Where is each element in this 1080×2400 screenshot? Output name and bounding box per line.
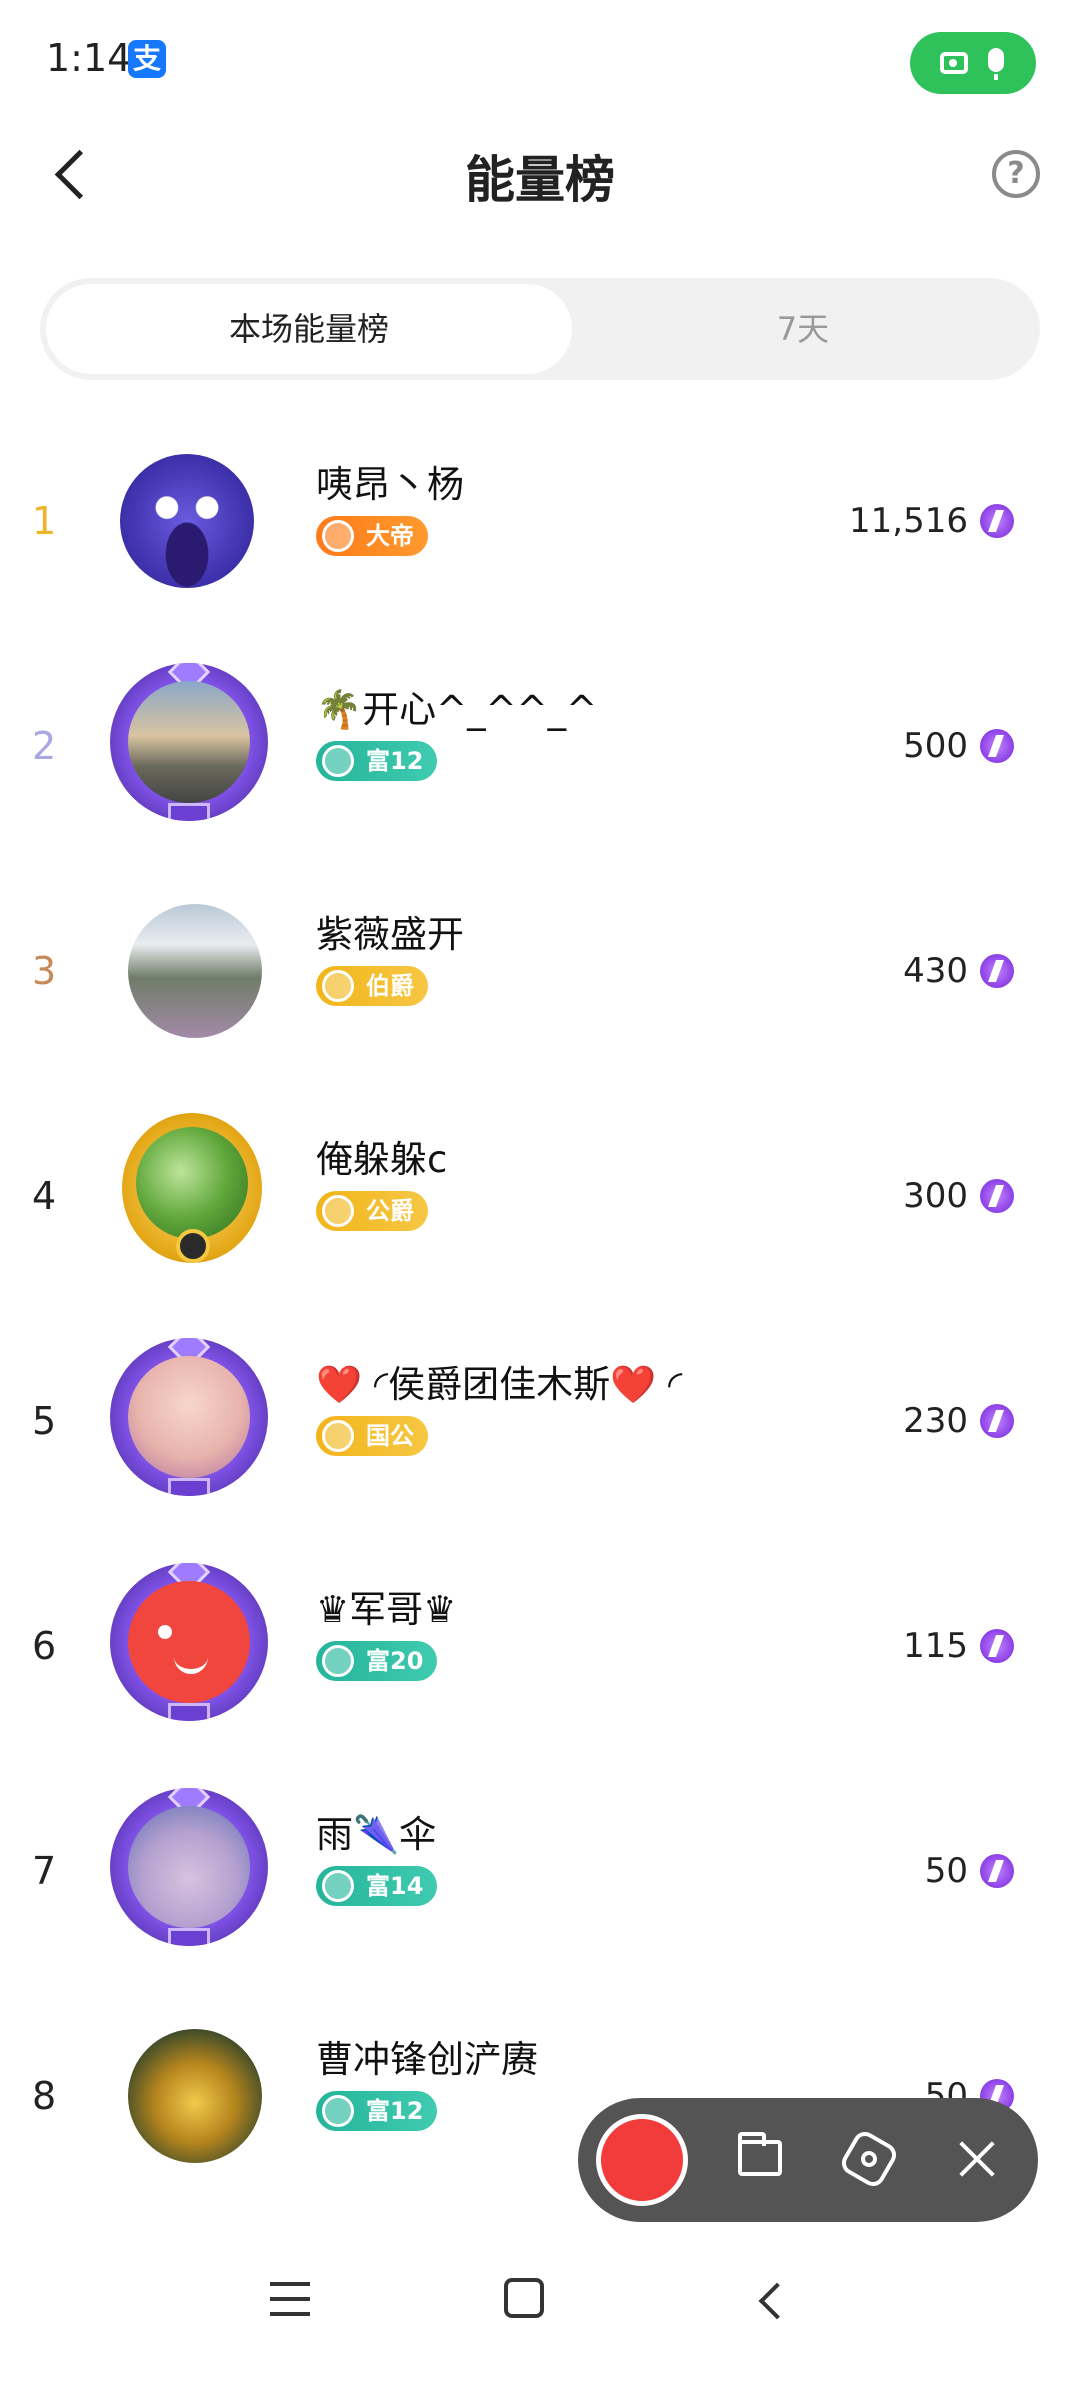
energy-lightning-icon xyxy=(980,1629,1014,1663)
system-nav-bar xyxy=(0,2226,1080,2400)
camera-icon xyxy=(940,52,968,74)
energy-score: 115 xyxy=(903,1626,968,1666)
energy-score: 50 xyxy=(924,1851,968,1891)
user-name: ♛军哥♛ xyxy=(316,1588,457,1631)
badge-icon xyxy=(322,745,354,777)
energy-score: 500 xyxy=(903,726,968,766)
level-badge: 公爵 xyxy=(316,1191,428,1231)
ranking-row-7[interactable]: 7 雨🌂伞 富14 50 xyxy=(0,1758,1080,1984)
energy-score: 230 xyxy=(903,1401,968,1441)
level-badge: 大帝 xyxy=(316,516,428,556)
page-title: 能量榜 xyxy=(465,151,615,209)
ranking-row-2[interactable]: 2 🌴开心^_^^_^ 富12 500 xyxy=(0,633,1080,859)
record-button[interactable] xyxy=(596,2114,688,2206)
header: 能量榜 ? xyxy=(0,120,1080,230)
level-badge: 富12 xyxy=(316,741,438,781)
screen-recording-indicator[interactable] xyxy=(910,32,1036,94)
energy-score: 300 xyxy=(903,1176,968,1216)
status-time: 1:14 xyxy=(46,36,132,80)
user-name: 紫薇盛开 xyxy=(316,913,464,956)
energy-lightning-icon xyxy=(980,954,1014,988)
user-name: 雨🌂伞 xyxy=(316,1813,437,1856)
level-badge: 国公 xyxy=(316,1416,428,1456)
user-name: 咦昂丶杨 xyxy=(316,463,464,506)
avatar[interactable] xyxy=(128,2029,262,2163)
avatar[interactable] xyxy=(110,1338,268,1496)
energy-lightning-icon xyxy=(980,1854,1014,1888)
avatar[interactable] xyxy=(128,904,262,1038)
ranking-row-4[interactable]: 4 俺躲躲c 公爵 300 xyxy=(0,1083,1080,1309)
avatar[interactable] xyxy=(110,1563,268,1721)
user-name: ❤️ ◜侯爵团佳木斯❤️ ◜ xyxy=(316,1363,683,1406)
level-badge: 富20 xyxy=(316,1641,438,1681)
rank-number: 4 xyxy=(32,1174,57,1218)
energy-lightning-icon xyxy=(980,729,1014,763)
avatar[interactable] xyxy=(110,663,268,821)
energy-lightning-icon xyxy=(980,1179,1014,1213)
rank-number: 1 xyxy=(32,499,57,543)
rank-number: 7 xyxy=(32,1849,57,1893)
user-name: 俺躲躲c xyxy=(316,1138,448,1181)
level-badge: 富12 xyxy=(316,2091,438,2131)
home-icon[interactable] xyxy=(504,2278,544,2318)
back-icon[interactable] xyxy=(750,2280,790,2320)
avatar-frame-base-icon xyxy=(168,1703,210,1721)
avatar[interactable] xyxy=(122,1113,262,1263)
rank-number: 2 xyxy=(32,724,57,768)
badge-icon xyxy=(322,1420,354,1452)
user-name: 🌴开心^_^^_^ xyxy=(316,688,598,731)
badge-icon xyxy=(322,970,354,1002)
rank-number: 6 xyxy=(32,1624,57,1668)
status-bar: 1:14 支 xyxy=(0,0,1080,120)
user-name: 曹冲锋创浐赓 xyxy=(316,2038,538,2081)
avatar-frame-emblem-icon xyxy=(176,1229,210,1263)
badge-icon xyxy=(322,1870,354,1902)
tab-7-days[interactable]: 7天 xyxy=(572,284,1034,374)
tab-bar: 本场能量榜 7天 xyxy=(40,278,1040,380)
menu-icon[interactable] xyxy=(270,2282,310,2316)
ranking-row-5[interactable]: 5 ❤️ ◜侯爵团佳木斯❤️ ◜ 国公 230 xyxy=(0,1308,1080,1534)
energy-score: 11,516 xyxy=(849,501,968,541)
avatar[interactable] xyxy=(120,454,254,588)
badge-icon xyxy=(322,1195,354,1227)
rank-number: 8 xyxy=(32,2074,57,2118)
energy-score: 430 xyxy=(903,951,968,991)
tab-current-session[interactable]: 本场能量榜 xyxy=(46,284,572,374)
level-badge: 富14 xyxy=(316,1866,438,1906)
level-badge: 伯爵 xyxy=(316,966,428,1006)
ranking-row-1[interactable]: 1 咦昂丶杨 大帝 11,516 xyxy=(0,408,1080,634)
folder-icon[interactable] xyxy=(738,2132,782,2176)
avatar[interactable] xyxy=(110,1788,268,1946)
energy-lightning-icon xyxy=(980,504,1014,538)
microphone-icon xyxy=(988,48,1004,80)
avatar-frame-base-icon xyxy=(168,803,210,821)
ranking-row-3[interactable]: 3 紫薇盛开 伯爵 430 xyxy=(0,858,1080,1084)
screen-recorder-toolbar xyxy=(578,2098,1038,2222)
close-icon[interactable] xyxy=(954,2136,1000,2182)
avatar-frame-base-icon xyxy=(168,1478,210,1496)
badge-icon xyxy=(322,520,354,552)
badge-icon xyxy=(322,1645,354,1677)
energy-lightning-icon xyxy=(980,1404,1014,1438)
ranking-row-6[interactable]: 6 ♛军哥♛ 富20 115 xyxy=(0,1533,1080,1759)
avatar-frame-base-icon xyxy=(168,1928,210,1946)
alipay-icon: 支 xyxy=(128,40,166,78)
badge-icon xyxy=(322,2095,354,2127)
rank-number: 3 xyxy=(32,949,57,993)
settings-icon[interactable] xyxy=(837,2127,901,2191)
rank-number: 5 xyxy=(32,1399,57,1443)
help-question-icon[interactable]: ? xyxy=(992,150,1040,198)
